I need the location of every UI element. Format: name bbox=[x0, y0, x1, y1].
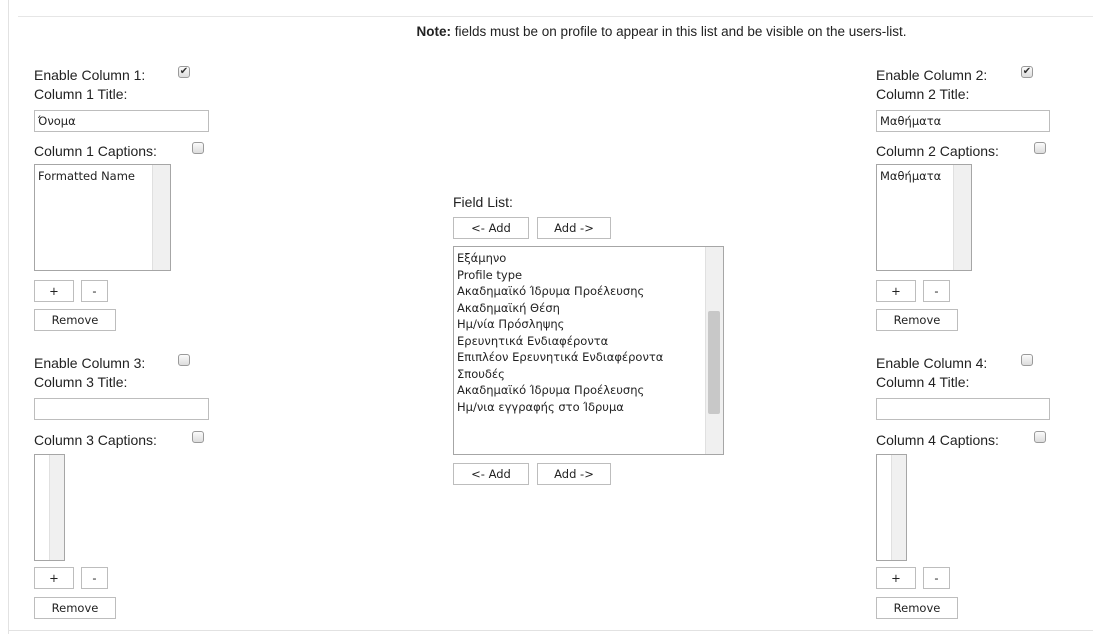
column-3-remove-button[interactable]: Remove bbox=[34, 597, 116, 619]
column-3-captions-label: Column 3 Captions: bbox=[34, 432, 157, 448]
add-right-button-top[interactable]: Add -> bbox=[537, 217, 611, 239]
column-1-title-label: Column 1 Title: bbox=[34, 86, 128, 102]
add-left-button-bottom[interactable]: <- Add bbox=[453, 463, 529, 485]
column-4-captions-checkbox[interactable] bbox=[1034, 431, 1046, 443]
column-2-remove-button[interactable]: Remove bbox=[876, 309, 958, 331]
field-list-scroll-thumb[interactable] bbox=[708, 311, 720, 414]
add-right-button-bottom[interactable]: Add -> bbox=[537, 463, 611, 485]
column-1-minus-button[interactable]: - bbox=[81, 280, 108, 302]
column-4-listbox[interactable] bbox=[876, 454, 907, 561]
enable-column-2-label: Enable Column 2: bbox=[876, 67, 988, 83]
column-3-scrollbar[interactable] bbox=[49, 455, 64, 560]
column-1-plus-button[interactable]: + bbox=[34, 280, 74, 302]
field-list-item[interactable]: Επιπλέον Ερευνητικά Ενδιαφέροντα bbox=[457, 349, 703, 366]
column-4-title-label: Column 4 Title: bbox=[876, 374, 970, 390]
enable-column-4-label: Enable Column 4: bbox=[876, 355, 988, 371]
column-1-title-input[interactable]: Όνομα bbox=[34, 110, 209, 132]
top-divider bbox=[18, 16, 1093, 17]
field-list-listbox[interactable]: Εξάμηνο Profile type Ακαδημαϊκό Ίδρυμα Προ… bbox=[453, 246, 724, 455]
field-list-item[interactable]: Σπουδές bbox=[457, 366, 703, 383]
bottom-divider bbox=[8, 630, 1093, 631]
enable-column-3-checkbox[interactable] bbox=[178, 354, 190, 366]
list-item[interactable]: Μαθήματα bbox=[880, 168, 951, 185]
column-2-listbox[interactable]: Μαθήματα bbox=[876, 164, 972, 271]
enable-column-3-label: Enable Column 3: bbox=[34, 355, 146, 371]
field-list-item[interactable]: Ερευνητικά Ενδιαφέροντα bbox=[457, 333, 703, 350]
column-3-plus-button[interactable]: + bbox=[34, 567, 74, 589]
column-2-title-label: Column 2 Title: bbox=[876, 86, 970, 102]
enable-column-1-checkbox[interactable] bbox=[178, 66, 190, 78]
field-list-item[interactable]: Ακαδημαϊκό Ίδρυμα Προέλευσης bbox=[457, 382, 703, 399]
column-4-plus-button[interactable]: + bbox=[876, 567, 916, 589]
column-3-title-input[interactable] bbox=[34, 398, 209, 420]
column-1-remove-button[interactable]: Remove bbox=[34, 309, 116, 331]
field-list-scrollbar[interactable] bbox=[705, 247, 723, 454]
note-bold: Note: bbox=[416, 24, 452, 39]
field-list-item[interactable]: Ημ/νια εγγραφής στο Ίδρυμα bbox=[457, 399, 703, 416]
column-1-scrollbar[interactable] bbox=[152, 165, 170, 270]
add-left-button-top[interactable]: <- Add bbox=[453, 217, 529, 239]
field-list-item[interactable]: Ακαδημαϊκό Ίδρυμα Προέλευσης bbox=[457, 283, 703, 300]
column-3-minus-button[interactable]: - bbox=[81, 567, 108, 589]
column-4-minus-button[interactable]: - bbox=[923, 567, 950, 589]
field-list-item[interactable]: Εξάμηνο bbox=[457, 250, 703, 267]
column-3-listbox[interactable] bbox=[34, 454, 65, 561]
field-list-label: Field List: bbox=[453, 194, 513, 210]
column-2-captions-label: Column 2 Captions: bbox=[876, 143, 999, 159]
column-4-captions-label: Column 4 Captions: bbox=[876, 432, 999, 448]
enable-column-2-checkbox[interactable] bbox=[1021, 66, 1033, 78]
enable-column-4-checkbox[interactable] bbox=[1021, 354, 1033, 366]
column-4-title-input[interactable] bbox=[876, 398, 1050, 420]
column-1-listbox[interactable]: Formatted Name bbox=[34, 164, 171, 271]
field-list-item[interactable]: Ακαδημαϊκή Θέση bbox=[457, 300, 703, 317]
note-text: Note: fields must be on profile to appea… bbox=[0, 24, 1093, 39]
column-4-remove-button[interactable]: Remove bbox=[876, 597, 958, 619]
column-3-captions-checkbox[interactable] bbox=[192, 431, 204, 443]
list-item[interactable]: Formatted Name bbox=[38, 168, 150, 185]
field-list-item[interactable]: Ημ/νία Πρόσληψης bbox=[457, 316, 703, 333]
column-1-captions-checkbox[interactable] bbox=[192, 142, 204, 154]
note-body: fields must be on profile to appear in t… bbox=[451, 24, 907, 39]
column-2-minus-button[interactable]: - bbox=[923, 280, 950, 302]
column-2-captions-checkbox[interactable] bbox=[1034, 142, 1046, 154]
column-3-title-label: Column 3 Title: bbox=[34, 374, 128, 390]
column-1-captions-label: Column 1 Captions: bbox=[34, 143, 157, 159]
column-2-title-input[interactable]: Μαθήματα bbox=[876, 110, 1050, 132]
column-2-plus-button[interactable]: + bbox=[876, 280, 916, 302]
column-4-scrollbar[interactable] bbox=[891, 455, 906, 560]
enable-column-1-label: Enable Column 1: bbox=[34, 67, 146, 83]
field-list-item[interactable]: Profile type bbox=[457, 267, 703, 284]
column-2-scrollbar[interactable] bbox=[953, 165, 971, 270]
